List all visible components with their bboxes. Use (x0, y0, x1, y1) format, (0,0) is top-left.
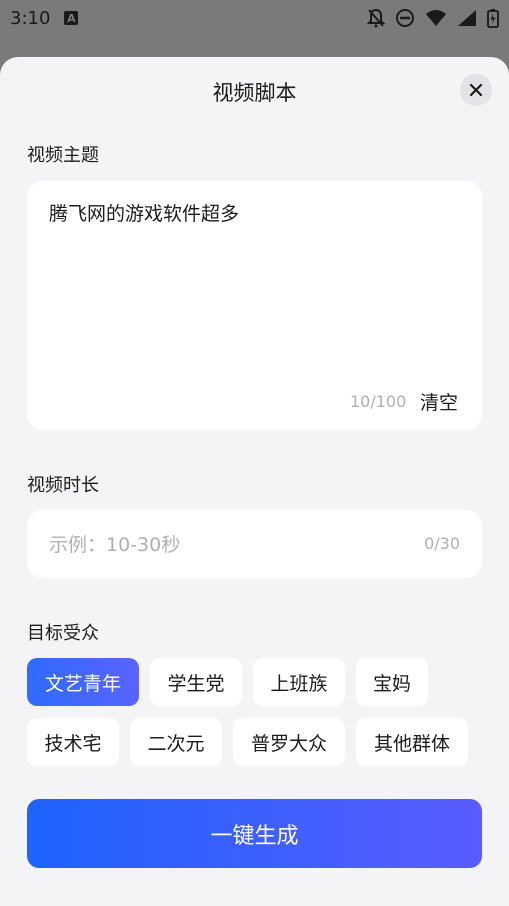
audience-chip-other-groups[interactable]: 其他群体 (356, 718, 468, 766)
duration-input[interactable]: 示例：10-30秒 0/30 (27, 510, 482, 578)
notification-badge-icon: A (64, 11, 79, 25)
audience-chip-literary-youth[interactable]: 文艺青年 (27, 658, 139, 706)
audience-chip-office-workers[interactable]: 上班族 (253, 658, 345, 706)
duration-label: 视频时长 (27, 475, 99, 496)
wifi-icon (425, 9, 447, 27)
duration-char-count: 0/30 (424, 534, 460, 553)
audience-chip-tech-geeks[interactable]: 技术宅 (27, 718, 119, 766)
signal-icon (457, 9, 477, 27)
topic-textarea[interactable]: 腾飞网的游戏软件超多 10/100 清空 (27, 181, 482, 430)
audience-chip-students[interactable]: 学生党 (150, 658, 242, 706)
status-time: 3:10 (10, 7, 51, 29)
close-icon (469, 83, 483, 97)
audience-chip-acg[interactable]: 二次元 (130, 718, 222, 766)
video-script-sheet: 视频脚本 视频主题 腾飞网的游戏软件超多 10/100 清空 视频时长 示例：1… (0, 57, 509, 906)
battery-icon (487, 8, 499, 28)
close-button[interactable] (460, 74, 492, 106)
audience-label: 目标受众 (27, 623, 99, 644)
status-bar: 3:10 A (0, 0, 509, 36)
audience-chip-moms[interactable]: 宝妈 (356, 658, 428, 706)
topic-value: 腾飞网的游戏软件超多 (49, 203, 240, 225)
audience-chip-general-public[interactable]: 普罗大众 (233, 718, 345, 766)
screen: 3:10 A 视频脚本 视频主题 腾飞网的游戏软件超多 10/100 清空 视频… (0, 0, 509, 906)
topic-char-count: 10/100 (350, 392, 407, 411)
duration-placeholder: 示例：10-30秒 (49, 534, 181, 556)
clear-button[interactable]: 清空 (420, 388, 458, 415)
bell-off-icon (367, 8, 385, 28)
generate-button[interactable]: 一键生成 (27, 799, 482, 868)
sheet-title: 视频脚本 (212, 81, 297, 105)
do-not-disturb-icon (395, 8, 415, 28)
topic-label: 视频主题 (27, 145, 99, 166)
